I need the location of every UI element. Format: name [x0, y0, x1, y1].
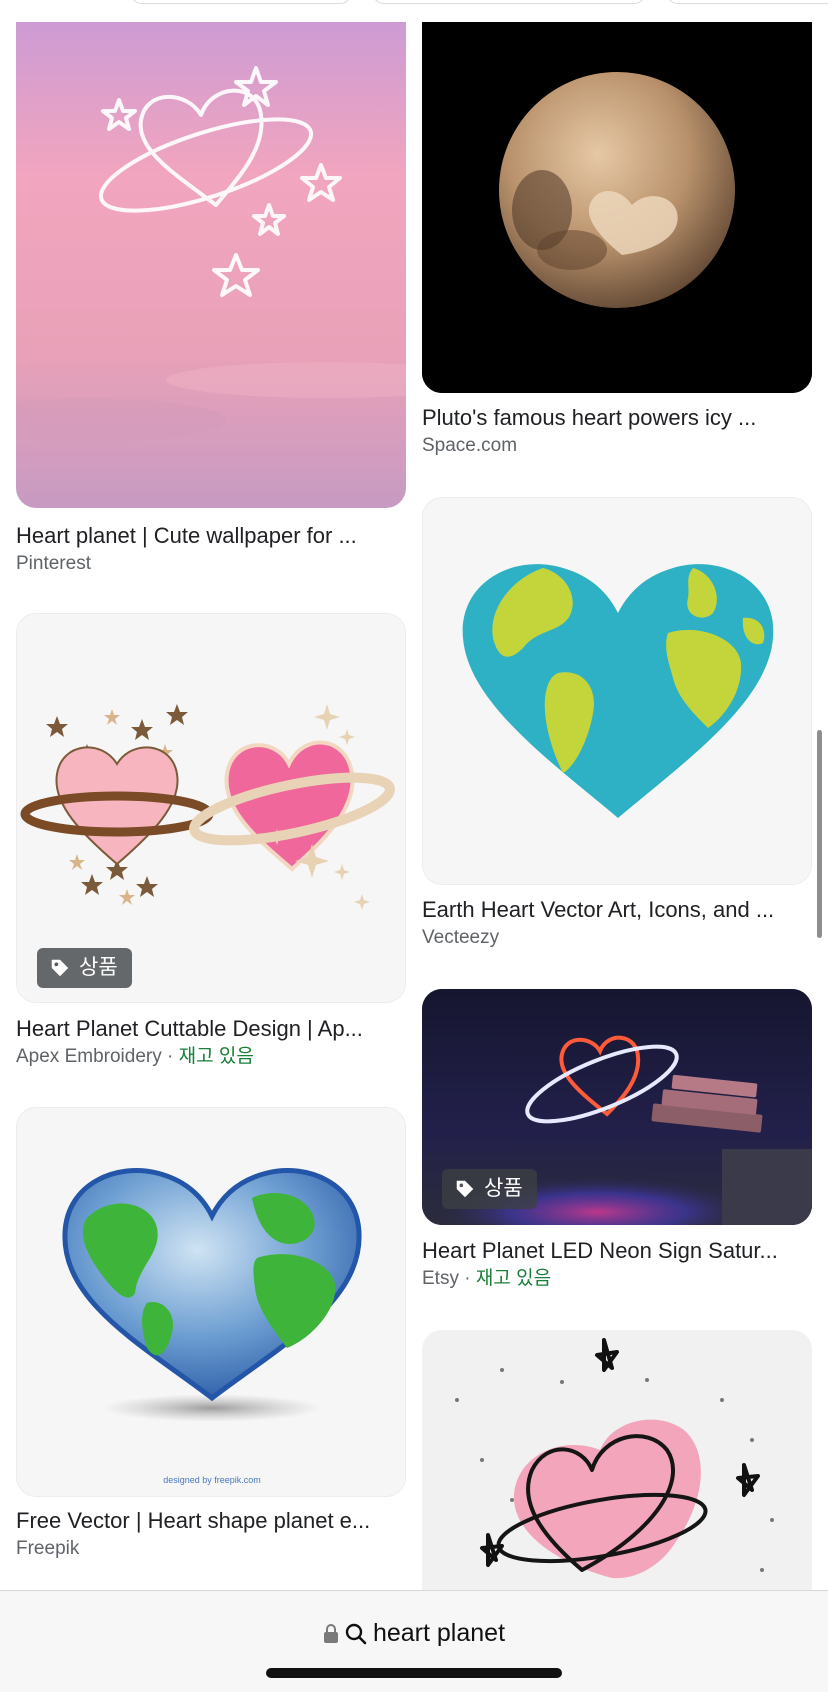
result-source: Vecteezy — [422, 927, 500, 948]
result-source: Etsy · 재고 있음 — [422, 1268, 552, 1289]
result-thumbnail[interactable]: 상품 — [422, 989, 812, 1225]
result-card[interactable]: designed by freepik.com Free Vector | He… — [16, 1107, 406, 1567]
address-field[interactable]: heart planet — [0, 1619, 828, 1648]
home-indicator[interactable] — [266, 1668, 562, 1678]
result-card[interactable]: Pluto's famous heart powers icy ... Spac… — [422, 0, 812, 460]
result-source: Apex Embroidery · 재고 있음 — [16, 1046, 254, 1067]
filter-chip[interactable] — [666, 0, 828, 4]
tag-icon — [51, 959, 69, 977]
result-thumbnail[interactable] — [16, 0, 406, 508]
result-source-name: Etsy — [422, 1268, 459, 1289]
search-icon — [345, 1623, 367, 1644]
in-stock-label: 재고 있음 — [178, 1046, 254, 1067]
result-title[interactable]: Heart planet | Cute wallpaper for ... — [16, 522, 406, 550]
result-thumbnail[interactable] — [422, 0, 812, 393]
result-thumbnail[interactable] — [422, 497, 812, 885]
filter-chip-bar — [0, 0, 828, 22]
result-card[interactable] — [422, 1330, 812, 1590]
result-source: Pinterest — [16, 553, 91, 574]
in-stock-label: 재고 있음 — [475, 1268, 552, 1289]
result-card[interactable]: 상품 Heart Planet LED Neon Sign Satur... E… — [422, 989, 812, 1299]
result-thumbnail[interactable]: designed by freepik.com — [16, 1107, 406, 1497]
shopping-badge-label: 상품 — [484, 1177, 523, 1200]
result-title[interactable]: Heart Planet LED Neon Sign Satur... — [422, 1237, 812, 1265]
result-card[interactable]: Earth Heart Vector Art, Icons, and ... V… — [422, 497, 812, 957]
shopping-badge-label: 상품 — [79, 956, 118, 979]
scroll-indicator[interactable] — [817, 730, 822, 938]
freepik-watermark: designed by freepik.com — [163, 1475, 261, 1485]
result-card[interactable]: 상품 Heart Planet Cuttable Design | Ap... … — [16, 613, 406, 1073]
result-card[interactable]: Heart planet | Cute wallpaper for ... Pi… — [16, 0, 406, 580]
result-title[interactable]: Free Vector | Heart shape planet e... — [16, 1507, 406, 1535]
filter-chip[interactable] — [372, 0, 646, 4]
browser-address-bar[interactable]: heart planet — [0, 1590, 828, 1692]
result-title[interactable]: Heart Planet Cuttable Design | Ap... — [16, 1015, 406, 1043]
lock-icon — [323, 1623, 338, 1643]
filter-chip[interactable] — [130, 0, 352, 4]
result-title[interactable]: Pluto's famous heart powers icy ... — [422, 404, 812, 432]
result-source: Space.com — [422, 435, 518, 456]
result-source: Freepik — [16, 1538, 80, 1559]
result-thumbnail[interactable] — [422, 1330, 812, 1590]
result-source-name: Apex Embroidery — [16, 1046, 162, 1067]
shopping-badge: 상품 — [37, 948, 132, 988]
search-query: heart planet — [372, 1619, 506, 1647]
tag-icon — [456, 1180, 474, 1198]
result-title[interactable]: Earth Heart Vector Art, Icons, and ... — [422, 896, 812, 924]
shopping-badge: 상품 — [442, 1169, 537, 1209]
result-thumbnail[interactable]: 상품 — [16, 613, 406, 1003]
